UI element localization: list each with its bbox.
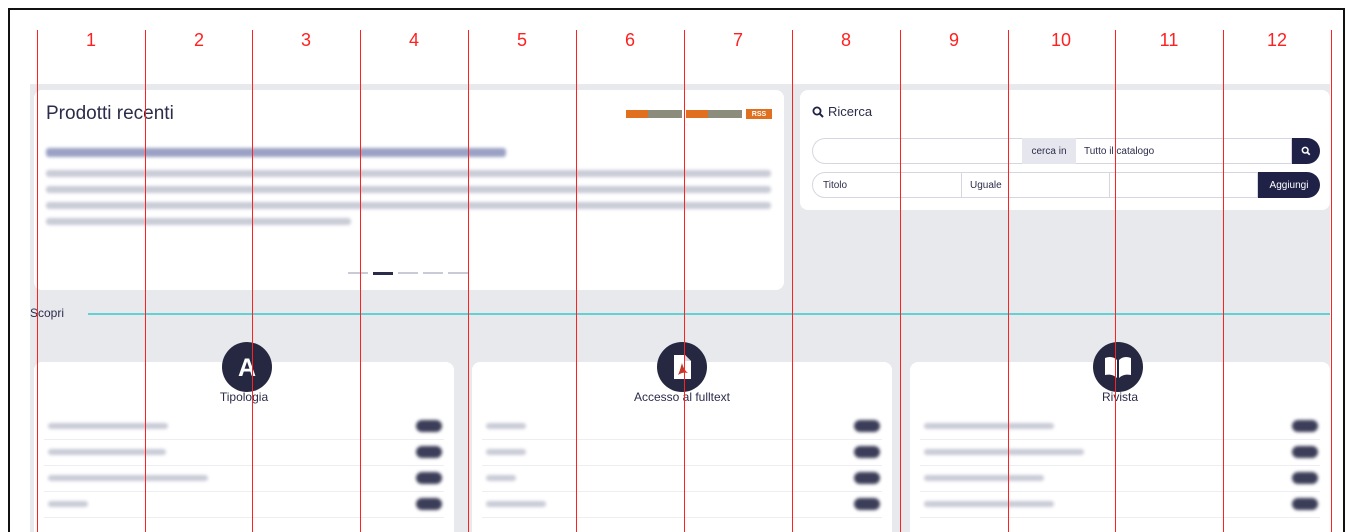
search-field-select[interactable]: Titolo <box>812 172 962 198</box>
facet-row[interactable] <box>44 440 444 466</box>
facet-row[interactable] <box>482 414 882 440</box>
facet-row[interactable] <box>44 466 444 492</box>
search-input[interactable] <box>812 138 1022 164</box>
rss-feed-badge-1[interactable] <box>626 110 682 118</box>
letter-a-icon: A <box>222 342 272 392</box>
simple-search-row: cerca in Tutto il catalogo <box>812 138 1320 164</box>
search-operator-select[interactable]: Uguale <box>962 172 1110 198</box>
pdf-document-icon <box>657 342 707 392</box>
facet-title-fulltext: Accesso al fulltext <box>633 390 731 404</box>
open-book-icon <box>1093 342 1143 392</box>
page-content: Prodotti recenti RSS Ricerca cerca in Tu… <box>30 84 1330 532</box>
recent-item-abstract-line <box>46 170 771 177</box>
recent-item-abstract-line <box>46 186 771 193</box>
facet-row[interactable] <box>44 492 444 518</box>
facet-row[interactable] <box>920 440 1320 466</box>
search-title-label: Ricerca <box>828 104 873 119</box>
facet-row[interactable] <box>482 466 882 492</box>
svg-text:A: A <box>238 354 256 382</box>
search-scope-label: cerca in <box>1022 138 1076 164</box>
rss-button[interactable]: RSS <box>746 109 772 119</box>
search-title: Ricerca <box>812 104 872 119</box>
carousel-dot[interactable] <box>398 272 418 274</box>
carousel-dot[interactable] <box>448 272 468 274</box>
search-icon <box>1301 146 1311 156</box>
recent-products-card: Prodotti recenti RSS <box>34 90 784 290</box>
add-condition-button[interactable]: Aggiungi <box>1258 172 1320 198</box>
advanced-search-row: Titolo Uguale Aggiungi <box>812 172 1320 198</box>
carousel-pager <box>348 272 468 275</box>
facet-title-tipologia: Tipologia <box>219 390 269 404</box>
search-card: Ricerca cerca in Tutto il catalogo Titol… <box>800 90 1330 210</box>
screenshot-frame: Prodotti recenti RSS Ricerca cerca in Tu… <box>8 8 1345 532</box>
search-button[interactable] <box>1292 138 1320 164</box>
carousel-dot-active[interactable] <box>373 272 393 275</box>
facet-row[interactable] <box>482 492 882 518</box>
carousel-dot[interactable] <box>423 272 443 274</box>
rss-feed-badge-2[interactable] <box>686 110 742 118</box>
facet-title-rivista: Rivista <box>1101 390 1138 404</box>
carousel-dot[interactable] <box>348 272 368 274</box>
discover-divider <box>88 313 1330 315</box>
search-icon <box>812 106 824 118</box>
recent-item-abstract-line <box>46 218 351 225</box>
recent-item-title-link[interactable] <box>46 148 506 157</box>
search-term-input[interactable] <box>1110 172 1258 198</box>
rss-feeds: RSS <box>626 109 772 119</box>
recent-item-abstract-line <box>46 202 771 209</box>
facet-row[interactable] <box>44 414 444 440</box>
recent-products-title: Prodotti recenti <box>46 103 174 124</box>
discover-heading: Scopri <box>30 306 65 320</box>
facet-row[interactable] <box>920 466 1320 492</box>
search-scope-select[interactable]: Tutto il catalogo <box>1076 138 1292 164</box>
facet-row[interactable] <box>920 414 1320 440</box>
facet-row[interactable] <box>920 492 1320 518</box>
facet-row[interactable] <box>482 440 882 466</box>
